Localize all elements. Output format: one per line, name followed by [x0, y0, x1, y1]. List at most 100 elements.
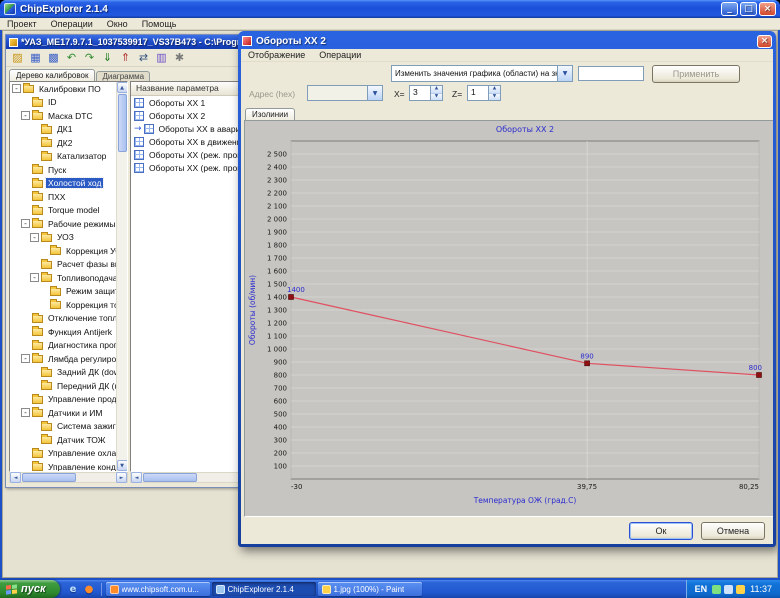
- scroll-up-icon[interactable]: ▲: [117, 82, 128, 93]
- menu-item-2[interactable]: Окно: [100, 19, 135, 29]
- main-titlebar[interactable]: ChipExplorer 2.1.4 _□×: [0, 0, 780, 18]
- tree-item[interactable]: Расчет фазы впрыска: [10, 258, 116, 272]
- tree-item[interactable]: Датчик ТОЖ: [10, 433, 116, 447]
- read-chip-icon[interactable]: ⇓: [99, 50, 116, 66]
- expander-icon[interactable]: -: [21, 408, 30, 417]
- scroll-thumb[interactable]: [22, 473, 76, 482]
- tree-item[interactable]: -Датчики и ИМ: [10, 406, 116, 420]
- expander-icon[interactable]: -: [21, 111, 30, 120]
- tree-item[interactable]: Диагностика пропусков в: [10, 339, 116, 353]
- task-button[interactable]: 1.jpg (100%) - Paint: [318, 582, 422, 596]
- apply-button[interactable]: Применить: [652, 65, 740, 83]
- tree-item[interactable]: ДК2: [10, 136, 116, 150]
- language-indicator[interactable]: EN: [695, 584, 708, 594]
- tree-item[interactable]: Torque model: [10, 204, 116, 218]
- scroll-down-icon[interactable]: ▼: [117, 460, 128, 471]
- close-button[interactable]: ×: [759, 2, 776, 16]
- expander-icon[interactable]: -: [12, 84, 21, 93]
- tab-0[interactable]: Дерево калибровок: [9, 69, 95, 81]
- dialog-titlebar[interactable]: Обороты ХХ 2 ×: [241, 33, 773, 49]
- task-button[interactable]: www.chipsoft.com.u...: [106, 582, 210, 596]
- task-button[interactable]: ChipExplorer 2.1.4: [212, 582, 316, 596]
- tree-item[interactable]: Функция Antijerk: [10, 325, 116, 339]
- scroll-right-icon[interactable]: ►: [116, 472, 127, 483]
- spinner-arrows-icon[interactable]: ▲▼: [488, 86, 500, 100]
- chart-icon[interactable]: ▥: [153, 50, 170, 66]
- tree-item[interactable]: ДК1: [10, 123, 116, 137]
- expander-icon[interactable]: -: [21, 219, 30, 228]
- tree-item[interactable]: ПХХ: [10, 190, 116, 204]
- tree-item[interactable]: -УОЗ: [10, 231, 116, 245]
- tree-horizontal-scrollbar[interactable]: ◄ ►: [9, 472, 128, 483]
- dialog-menu-item-0[interactable]: Отображение: [241, 50, 312, 60]
- scroll-left-icon[interactable]: ◄: [10, 472, 21, 483]
- tree-vertical-scrollbar[interactable]: ▲ ▼: [116, 82, 127, 471]
- start-button[interactable]: пуск: [0, 580, 60, 598]
- tree-item[interactable]: Холостой ход: [10, 177, 116, 191]
- expander-icon[interactable]: -: [21, 354, 30, 363]
- tree-item[interactable]: -Лямбда регулирование: [10, 352, 116, 366]
- cancel-button[interactable]: Отмена: [701, 522, 765, 540]
- save-all-icon[interactable]: ▩: [45, 50, 62, 66]
- expander-icon[interactable]: -: [30, 233, 39, 242]
- dialog-close-button[interactable]: ×: [757, 35, 772, 48]
- chevron-down-icon[interactable]: ▼: [557, 66, 572, 81]
- tree-item[interactable]: -Топливоподача: [10, 271, 116, 285]
- svg-text:2 400: 2 400: [267, 164, 287, 172]
- write-chip-icon[interactable]: ⇑: [117, 50, 134, 66]
- folder-icon: [32, 112, 43, 120]
- folder-icon: [41, 139, 52, 147]
- folder-icon: [32, 396, 43, 404]
- internet-explorer-icon[interactable]: e: [67, 583, 80, 596]
- open-icon[interactable]: ▨: [9, 50, 26, 66]
- volume-icon[interactable]: [724, 585, 733, 594]
- value-input[interactable]: [578, 66, 644, 81]
- tree-item[interactable]: Система зажигания: [10, 420, 116, 434]
- dialog-menu-item-1[interactable]: Операции: [312, 50, 368, 60]
- tree-item[interactable]: Передний ДК (upstrea: [10, 379, 116, 393]
- tree-item[interactable]: Катализатор: [10, 150, 116, 164]
- tree-item[interactable]: -Рабочие режимы: [10, 217, 116, 231]
- network-icon[interactable]: [736, 585, 745, 594]
- tree-item[interactable]: Управление охлаждением: [10, 447, 116, 461]
- antivirus-icon[interactable]: [712, 585, 721, 594]
- tree-item[interactable]: Коррекция топли: [10, 298, 116, 312]
- tree-item[interactable]: -Маска DTC: [10, 109, 116, 123]
- minimize-button[interactable]: _: [721, 2, 738, 16]
- maximize-button[interactable]: □: [740, 2, 757, 16]
- quick-launch: e●: [62, 583, 102, 596]
- expander-icon[interactable]: -: [30, 273, 39, 282]
- compare-icon[interactable]: ⇄: [135, 50, 152, 66]
- tree-item[interactable]: Задний ДК (downstre: [10, 366, 116, 380]
- tree-item[interactable]: Пуск: [10, 163, 116, 177]
- tree-item-label: ДК2: [55, 138, 74, 148]
- tree-item-label: Задний ДК (downstre: [55, 367, 116, 377]
- scroll-left-icon[interactable]: ◄: [131, 472, 142, 483]
- firefox-icon[interactable]: ●: [83, 583, 96, 596]
- tree-item[interactable]: Режим защиты не: [10, 285, 116, 299]
- spinner-arrows-icon[interactable]: ▲▼: [430, 86, 442, 100]
- menu-item-0[interactable]: Проект: [0, 19, 44, 29]
- scroll-thumb[interactable]: [118, 94, 127, 152]
- scroll-thumb[interactable]: [143, 473, 197, 482]
- tab-isolines[interactable]: Изолинии: [245, 108, 295, 120]
- svg-text:1 500: 1 500: [267, 281, 287, 289]
- tree-item[interactable]: Коррекция УОЗ в: [10, 244, 116, 258]
- rpm-line-chart[interactable]: 1002003004005006007008009001 0001 1001 2…: [245, 121, 773, 516]
- action-select[interactable]: Изменить значения графика (области) на з…: [391, 65, 573, 82]
- tree-item[interactable]: Управление кондиционер: [10, 460, 116, 471]
- tree-item[interactable]: -Калибровки ПО: [10, 82, 116, 96]
- tools-icon[interactable]: ✱: [171, 50, 188, 66]
- undo-icon[interactable]: ↶: [63, 50, 80, 66]
- save-icon[interactable]: ▦: [27, 50, 44, 66]
- tree-item[interactable]: Отключение топливопод: [10, 312, 116, 326]
- z-spinner[interactable]: 1 ▲▼: [467, 85, 501, 101]
- tab-1[interactable]: Диаграмма: [96, 71, 150, 81]
- tree-item[interactable]: ID: [10, 96, 116, 110]
- menu-item-3[interactable]: Помощь: [135, 19, 184, 29]
- ok-button[interactable]: Ок: [629, 522, 693, 540]
- redo-icon[interactable]: ↷: [81, 50, 98, 66]
- menu-item-1[interactable]: Операции: [44, 19, 100, 29]
- x-spinner[interactable]: 3 ▲▼: [409, 85, 443, 101]
- tree-item[interactable]: Управление продувкой: [10, 393, 116, 407]
